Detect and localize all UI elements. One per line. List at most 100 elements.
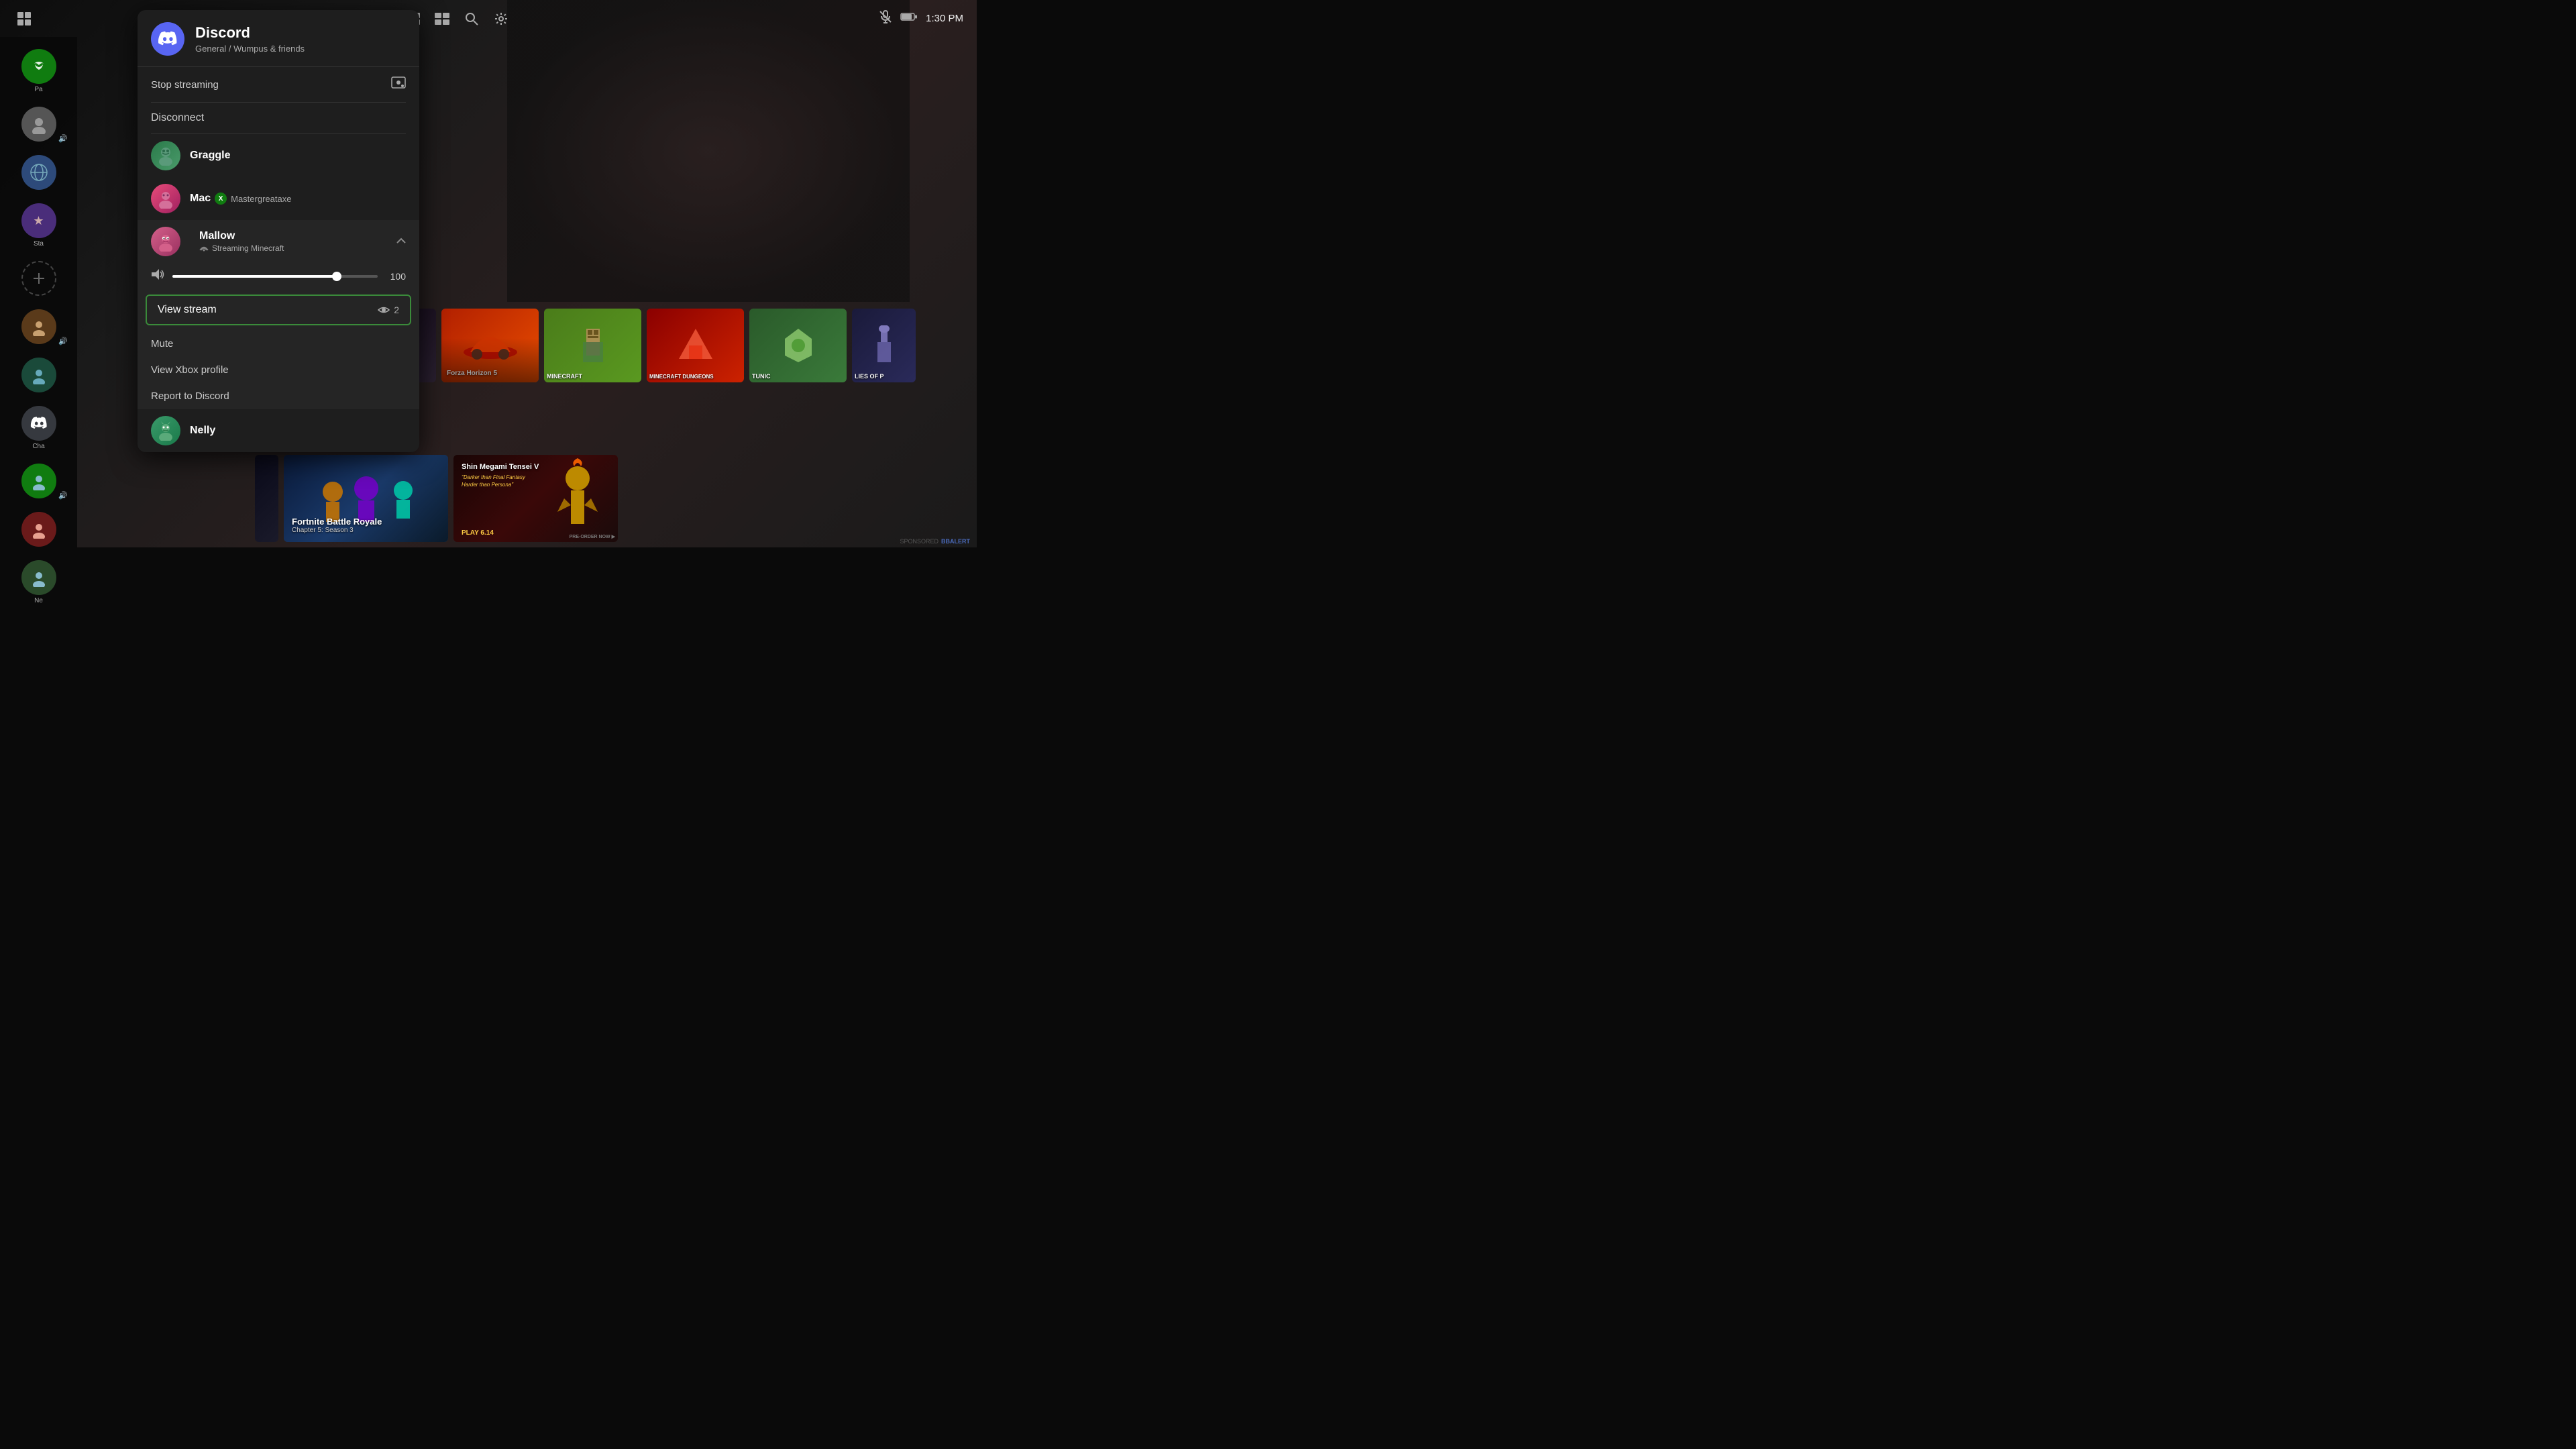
user-entry-mac[interactable]: Mac X Mastergreataxe <box>138 177 419 220</box>
game-thumb-forza[interactable]: Forza Horizon 5 <box>441 309 539 382</box>
game-thumb-minecraft[interactable]: MINECRAFT <box>544 309 641 382</box>
sidebar-item-1[interactable]: 🔊 <box>0 101 77 147</box>
view-stream-viewers: 2 <box>394 305 399 315</box>
mute-item[interactable]: Mute <box>138 331 419 357</box>
sidebar-item-sta[interactable]: ★ Sta <box>0 198 77 253</box>
sidebar-item-2[interactable] <box>0 150 77 195</box>
sidebar-item-6[interactable]: 🔊 <box>0 458 77 504</box>
grid-icon[interactable] <box>13 8 35 30</box>
user-name-nelly: Nelly <box>190 425 406 437</box>
volume-value: 100 <box>386 271 406 282</box>
add-button[interactable] <box>21 261 56 296</box>
view-xbox-profile-item[interactable]: View Xbox profile <box>138 357 419 383</box>
sidebar-item-ne[interactable]: Ne <box>0 555 77 610</box>
game-thumb-smt[interactable]: Shin Megami Tensei V "Darker than Final … <box>453 455 618 542</box>
sidebar-item-cha1[interactable]: Cha <box>0 400 77 455</box>
apps-icon[interactable] <box>431 8 453 30</box>
user-name-mallow: Mallow <box>199 230 387 242</box>
sidebar-avatar-2 <box>21 155 56 190</box>
user-name-row-graggle: Graggle <box>190 150 406 162</box>
game-thumb-tunic[interactable]: TUNIC <box>749 309 847 382</box>
game-row-2: Fortnite Battle Royale Chapter 5: Season… <box>255 455 970 542</box>
sidebar-avatar-1 <box>21 107 56 142</box>
avatar-mallow <box>151 227 180 256</box>
streaming-icon-mallow <box>199 244 209 254</box>
view-stream-right: 2 <box>378 305 399 315</box>
mic-muted-icon <box>879 10 892 27</box>
user-name-row-mac: Mac X Mastergreataxe <box>190 193 406 205</box>
sidebar-label-sta: Sta <box>34 240 44 248</box>
mute-label: Mute <box>151 338 173 350</box>
report-to-discord-item[interactable]: Report to Discord <box>138 383 419 409</box>
disconnect-label: Disconnect <box>151 112 204 123</box>
mallow-section: Mallow Streaming Minecraft <box>138 220 419 409</box>
stop-streaming-label: Stop streaming <box>151 79 219 91</box>
avatar-mac <box>151 184 180 213</box>
search-icon[interactable] <box>461 8 482 30</box>
volume-row: 100 <box>138 263 419 292</box>
eye-icon <box>378 305 390 315</box>
sidebar-avatar-4 <box>21 309 56 344</box>
user-info-graggle: Graggle <box>190 150 406 162</box>
user-info-mac: Mac X Mastergreataxe <box>190 193 406 205</box>
sidebar-label-pa: Pa <box>34 86 42 93</box>
sidebar-avatar-5 <box>21 358 56 392</box>
sidebar-avatar-sta: ★ <box>21 203 56 238</box>
time-display: 1:30 PM <box>926 13 963 24</box>
sponsored-label: SPONSORED <box>900 538 938 545</box>
sidebar-avatar-ne <box>21 560 56 595</box>
game-thumb-fortnite[interactable]: Fortnite Battle Royale Chapter 5: Season… <box>284 455 448 542</box>
user-name-mac: Mac <box>190 193 211 205</box>
sidebar-item-add[interactable] <box>0 256 77 301</box>
user-entry-nelly[interactable]: Nelly <box>138 409 419 452</box>
sponsored-area: SPONSORED BBALERT <box>900 538 970 545</box>
gear-icon[interactable] <box>490 8 512 30</box>
volume-icon <box>151 268 164 284</box>
game-row-1: Forza Horizon 5 MINECRAFT <box>416 309 970 382</box>
discord-subtitle: General / Wumpus & friends <box>195 44 305 54</box>
game-thumb-dungeons[interactable]: MINECRAFT DUNGEONS <box>647 309 744 382</box>
view-stream-button[interactable]: View stream 2 <box>146 294 411 325</box>
sidebar-avatar-cha1 <box>21 406 56 441</box>
view-stream-wrapper: View stream 2 <box>138 292 419 331</box>
background-figure <box>507 0 910 302</box>
disconnect-row[interactable]: Disconnect <box>138 103 419 133</box>
battery-icon <box>900 12 918 25</box>
sidebar-avatar-7 <box>21 512 56 547</box>
topbar-right: 1:30 PM <box>879 10 963 27</box>
game-thumb-lies[interactable]: LIES OF P <box>852 309 916 382</box>
sidebar-item-7[interactable] <box>0 506 77 552</box>
discord-logo <box>151 22 184 56</box>
topbar-left <box>13 8 35 30</box>
chevron-up-icon <box>396 235 406 248</box>
view-xbox-profile-label: View Xbox profile <box>151 364 229 376</box>
sidebar-item-4[interactable]: 🔊 <box>0 304 77 350</box>
sidebar-avatar-xbox <box>21 49 56 84</box>
discord-panel: Discord General / Wumpus & friends Stop … <box>138 10 419 452</box>
volume-slider[interactable] <box>172 275 378 278</box>
stop-streaming-row[interactable]: Stop streaming <box>138 67 419 102</box>
discord-header: Discord General / Wumpus & friends <box>138 10 419 67</box>
game-thumb-dark2[interactable] <box>255 455 278 542</box>
volume-slider-fill <box>172 275 337 278</box>
user-info-nelly: Nelly <box>190 425 406 437</box>
sidebar-volume-icon-1: 🔊 <box>58 134 68 143</box>
user-info-mallow: Mallow Streaming Minecraft <box>199 230 387 254</box>
sidebar-volume-icon-6: 🔊 <box>58 491 68 500</box>
sidebar-avatar-6 <box>21 464 56 498</box>
user-entry-mallow[interactable]: Mallow Streaming Minecraft <box>138 220 419 263</box>
user-entry-graggle[interactable]: Graggle <box>138 134 419 177</box>
volume-slider-thumb[interactable] <box>332 272 341 281</box>
stop-streaming-icon <box>391 76 406 93</box>
discord-header-text: Discord General / Wumpus & friends <box>195 24 305 53</box>
user-status-mallow: Streaming Minecraft <box>199 244 387 254</box>
avatar-graggle <box>151 141 180 170</box>
sidebar-label-cha1: Cha <box>32 443 44 450</box>
report-to-discord-label: Report to Discord <box>151 390 229 402</box>
sidebar-item-pa[interactable]: Pa <box>0 44 77 99</box>
view-stream-label: View stream <box>158 304 217 316</box>
avatar-nelly <box>151 416 180 445</box>
sidebar: Pa 🔊 ★ Sta 🔊 <box>0 37 77 547</box>
sidebar-item-5[interactable] <box>0 352 77 398</box>
user-status-text-mallow: Streaming Minecraft <box>212 244 284 253</box>
